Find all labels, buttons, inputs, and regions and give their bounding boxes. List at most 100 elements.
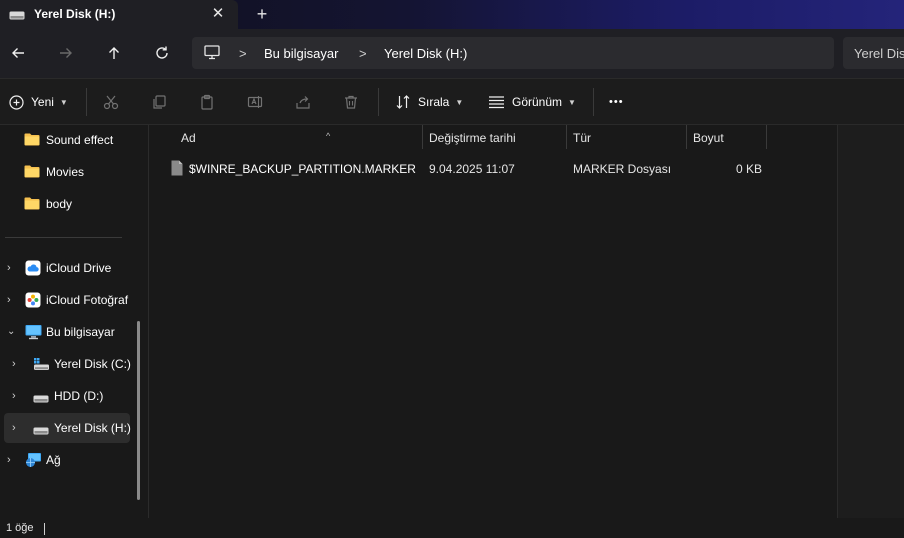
column-divider[interactable] bbox=[422, 125, 423, 149]
chevron-right-icon[interactable]: › bbox=[12, 358, 16, 370]
address-bar[interactable]: > Bu bilgisayar > Yerel Disk (H:) bbox=[192, 37, 834, 69]
folder-icon bbox=[24, 132, 40, 149]
column-header-date[interactable]: Değiştirme tarihi bbox=[429, 125, 569, 149]
chevron-down-icon: ▼ bbox=[59, 97, 68, 107]
chevron-right-icon[interactable]: › bbox=[12, 390, 16, 402]
sidebar-item-label: Bu bilgisayar bbox=[46, 325, 115, 339]
sort-button[interactable]: Sırala ▼ bbox=[395, 91, 463, 113]
table-row[interactable]: $WINRE_BACKUP_PARTITION.MARKER 9.04.2025… bbox=[165, 156, 775, 180]
sidebar-item-network[interactable]: › Ağ bbox=[4, 445, 130, 475]
sidebar-item-sound-effect[interactable]: Sound effect bbox=[4, 125, 130, 155]
sort-icon bbox=[396, 95, 410, 109]
command-bar: Yeni ▼ Sırala ▼ Görünüm ▼ ••• bbox=[0, 78, 904, 125]
details-pane bbox=[837, 125, 904, 518]
folder-icon bbox=[24, 164, 40, 181]
search-placeholder: Yerel Dis bbox=[854, 46, 904, 61]
view-icon bbox=[489, 96, 504, 109]
toolbar-divider bbox=[378, 88, 379, 116]
sidebar-item-label: Sound effect bbox=[46, 133, 114, 147]
column-header-label: Değiştirme tarihi bbox=[429, 131, 516, 145]
chevron-right-icon[interactable]: › bbox=[7, 262, 11, 274]
column-header-size[interactable]: Boyut bbox=[693, 125, 763, 149]
network-icon bbox=[25, 452, 42, 471]
sidebar-item-yerel-disk-c[interactable]: › Yerel Disk (C:) bbox=[4, 349, 131, 379]
sidebar-divider bbox=[5, 237, 122, 238]
sidebar-item-body[interactable]: body bbox=[4, 189, 130, 219]
sidebar-item-icloud-drive[interactable]: › iCloud Drive bbox=[4, 253, 130, 283]
breadcrumb-yerel-disk-h[interactable]: Yerel Disk (H:) bbox=[384, 46, 467, 61]
copy-icon[interactable] bbox=[151, 91, 167, 113]
column-divider[interactable] bbox=[766, 125, 767, 149]
close-tab-icon[interactable]: ✕ bbox=[208, 4, 228, 24]
breadcrumb-chevron-icon[interactable]: > bbox=[239, 46, 247, 61]
system-drive-icon bbox=[33, 357, 50, 374]
sidebar-item-label: iCloud Fotoğraf bbox=[46, 293, 129, 307]
sort-ascending-icon: ^ bbox=[326, 131, 331, 141]
file-type: MARKER Dosyası bbox=[573, 162, 672, 176]
sidebar-scrollbar[interactable] bbox=[137, 321, 140, 500]
navigation-pane: Sound effect Movies body › iCloud Drive … bbox=[0, 125, 148, 518]
delete-icon[interactable] bbox=[343, 91, 359, 113]
column-header-name[interactable]: ^ Ad bbox=[181, 125, 421, 149]
new-tab-button[interactable]: + bbox=[252, 4, 272, 24]
sidebar-item-label: iCloud Drive bbox=[46, 261, 112, 275]
forward-icon[interactable] bbox=[54, 41, 78, 65]
status-bar: 1 öğe bbox=[0, 518, 904, 538]
navigation-bar: > Bu bilgisayar > Yerel Disk (H:) Yerel … bbox=[0, 29, 904, 78]
toolbar-divider bbox=[86, 88, 87, 116]
sidebar-item-label: Movies bbox=[46, 165, 85, 179]
drive-icon bbox=[33, 392, 49, 406]
sidebar-item-label: HDD (D:) bbox=[54, 389, 104, 403]
up-icon[interactable] bbox=[102, 41, 126, 65]
column-header-label: Boyut bbox=[693, 131, 724, 145]
file-list: ^ Ad Değiştirme tarihi Tür Boyut $WINRE_… bbox=[149, 125, 837, 518]
back-icon[interactable] bbox=[6, 41, 30, 65]
view-button-label: Görünüm bbox=[512, 95, 563, 109]
column-header-label: Tür bbox=[573, 131, 591, 145]
search-input[interactable]: Yerel Dis bbox=[843, 37, 904, 69]
chevron-right-icon[interactable]: › bbox=[12, 422, 16, 434]
sidebar-item-label: Yerel Disk (C:) bbox=[54, 357, 131, 371]
column-divider[interactable] bbox=[566, 125, 567, 149]
sidebar-item-yerel-disk-h[interactable]: › Yerel Disk (H:) bbox=[4, 413, 131, 443]
column-header-label: Ad bbox=[181, 131, 196, 145]
drive-icon bbox=[33, 424, 49, 438]
rename-icon[interactable] bbox=[247, 91, 263, 113]
chevron-down-icon: ▼ bbox=[568, 97, 576, 107]
sidebar-item-label: Ağ bbox=[46, 453, 61, 467]
view-button[interactable]: Görünüm ▼ bbox=[488, 91, 576, 113]
icloud-drive-icon bbox=[25, 260, 41, 279]
drive-icon bbox=[9, 10, 25, 24]
sidebar-item-movies[interactable]: Movies bbox=[4, 157, 130, 187]
sidebar-item-label: Yerel Disk (H:) bbox=[54, 421, 131, 435]
tab-title: Yerel Disk (H:) bbox=[34, 7, 116, 21]
column-divider[interactable] bbox=[686, 125, 687, 149]
breadcrumb-bu-bilgisayar[interactable]: Bu bilgisayar bbox=[264, 46, 338, 61]
paste-icon[interactable] bbox=[199, 91, 215, 113]
status-divider bbox=[44, 523, 45, 535]
new-button[interactable]: Yeni ▼ bbox=[9, 91, 68, 113]
icloud-photos-icon bbox=[25, 292, 41, 311]
refresh-icon[interactable] bbox=[150, 41, 174, 65]
chevron-right-icon[interactable]: › bbox=[7, 294, 11, 306]
share-icon[interactable] bbox=[295, 91, 311, 113]
add-icon bbox=[9, 94, 24, 110]
chevron-down-icon[interactable]: ⌄ bbox=[7, 326, 15, 337]
cut-icon[interactable] bbox=[103, 91, 119, 113]
item-count: 1 öğe bbox=[6, 522, 34, 534]
tab-yerel-disk-h[interactable]: Yerel Disk (H:) ✕ bbox=[0, 0, 238, 29]
chevron-right-icon[interactable]: › bbox=[7, 454, 11, 466]
toolbar-divider bbox=[593, 88, 594, 116]
title-bar: Yerel Disk (H:) ✕ + bbox=[0, 0, 904, 29]
column-header-type[interactable]: Tür bbox=[573, 125, 683, 149]
file-name: $WINRE_BACKUP_PARTITION.MARKER bbox=[189, 162, 416, 176]
computer-icon bbox=[204, 45, 220, 63]
sidebar-item-bu-bilgisayar[interactable]: ⌄ Bu bilgisayar bbox=[4, 317, 130, 347]
file-modified: 9.04.2025 11:07 bbox=[429, 162, 515, 176]
breadcrumb-chevron-icon[interactable]: > bbox=[359, 46, 367, 61]
file-icon bbox=[171, 160, 183, 179]
sidebar-item-hdd-d[interactable]: › HDD (D:) bbox=[4, 381, 130, 411]
more-options-button[interactable]: ••• bbox=[609, 91, 624, 113]
folder-icon bbox=[24, 196, 40, 213]
sidebar-item-icloud-photos[interactable]: › iCloud Fotoğraf bbox=[4, 285, 130, 315]
